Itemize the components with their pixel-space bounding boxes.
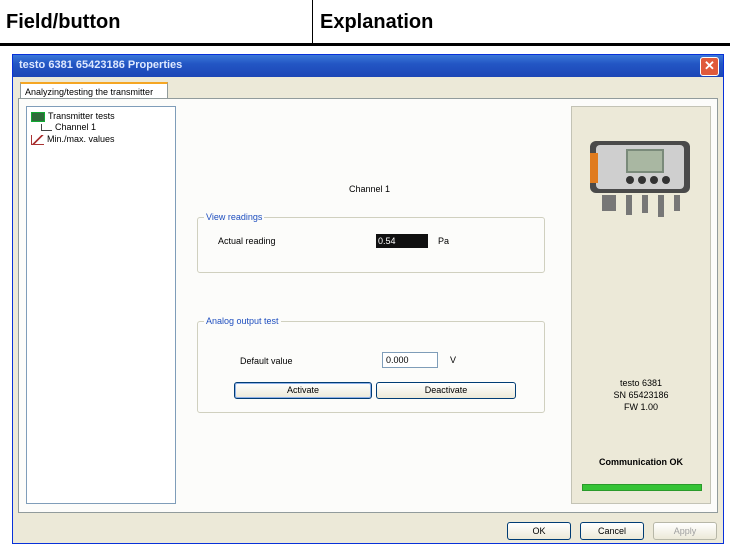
actual-reading-value: 0.54 [376,234,428,248]
tree-item-label: Min./max. values [47,134,115,144]
actual-reading-label: Actual reading [218,236,276,246]
default-value-unit: V [450,355,457,365]
device-model: testo 6381 [619,378,663,388]
device-info-panel: testo 6381 SN 65423186 FW 1.00 Communica… [571,106,711,504]
close-icon[interactable]: ✕ [700,57,719,76]
tree-item-transmitter-tests[interactable]: Transmitter tests [31,111,115,122]
tree-item-min-max-values[interactable]: Min./max. values [31,134,115,145]
default-value-input[interactable]: 0.000 [382,352,438,368]
tree-item-channel-1[interactable]: Channel 1 [41,122,96,132]
header-divider [312,0,313,44]
title-bar[interactable]: testo 6381 65423186 Properties ✕ [13,55,723,77]
chart-icon [31,134,44,145]
view-readings-group: View readings Actual reading 0.54 Pa [197,212,545,273]
actual-reading-unit: Pa [438,236,450,246]
channel-icon [41,124,52,132]
tab-analyzing-testing[interactable]: Analyzing/testing the transmitter [20,82,168,98]
tree-item-label: Channel 1 [55,122,97,132]
communication-status-bar [582,484,702,491]
device-serial: SN 65423186 [613,390,669,400]
analog-output-legend: Analog output test [204,316,281,326]
doc-table-header: Field/button Explanation [0,0,730,46]
transmitter-icon [31,111,45,122]
channel-title: Channel 1 [349,184,391,194]
navigation-tree: Transmitter tests Channel 1 Min./max. va… [26,106,176,504]
default-value-label: Default value [240,356,293,366]
transmitter-device-image [590,141,690,217]
view-readings-legend: View readings [204,212,265,222]
tab-panel: Transmitter tests Channel 1 Min./max. va… [18,98,718,513]
device-firmware: FW 1.00 [623,402,658,412]
communication-status: Communication OK [598,457,683,467]
deactivate-button[interactable]: Deactivate [376,382,516,399]
header-rule [0,43,730,46]
header-explanation: Explanation [320,11,434,33]
apply-button[interactable]: Apply [653,522,717,540]
window-title: testo 6381 65423186 Properties [19,59,183,71]
tree-item-label: Transmitter tests [48,111,115,121]
ok-button[interactable]: OK [507,522,571,540]
analog-output-group: Analog output test Default value 0.000 V… [197,316,545,413]
properties-window: testo 6381 65423186 Properties ✕ Analyzi… [12,54,724,544]
cancel-button[interactable]: Cancel [580,522,644,540]
header-field-button: Field/button [6,11,121,33]
activate-button[interactable]: Activate [234,382,372,399]
